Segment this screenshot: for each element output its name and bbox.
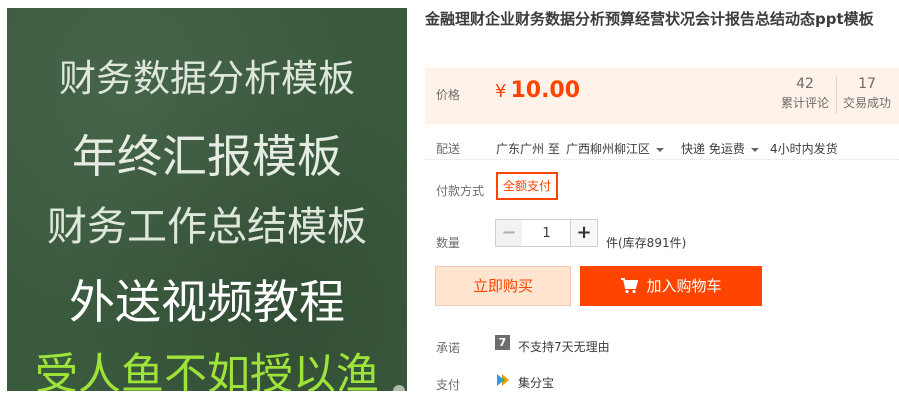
product-image[interactable]: 财务数据分析模板 年终汇报模板 财务工作总结模板 外送视频教程 受人鱼不如授以渔 xyxy=(7,8,407,391)
delivery-row: 配送 广东广州 至 广西柳州柳江区 快递 免运费 4小时内发货 xyxy=(425,128,899,160)
seven-day-icon: 7 xyxy=(495,335,510,350)
image-text-line: 外送视频教程 xyxy=(69,275,345,329)
sold-stat: 17 交易成功 xyxy=(840,74,894,112)
delivery-origin: 广东广州 至 xyxy=(496,142,560,156)
shipping-select[interactable]: 快递 免运费 xyxy=(681,140,759,157)
shipping-text: 快递 免运费 xyxy=(681,142,745,156)
reviews-label: 累计评论 xyxy=(780,96,829,110)
zoom-indicator-icon xyxy=(393,385,405,391)
payment-method-label: 付款方式 xyxy=(436,184,485,198)
full-payment-option[interactable]: 全额支付 xyxy=(496,172,559,200)
destination-select[interactable]: 广西柳州柳江区 xyxy=(566,140,665,157)
image-text-line: 财务工作总结模板 xyxy=(47,204,367,250)
price-amount: 10.00 xyxy=(510,78,581,103)
stock-text: 件(库存891件) xyxy=(606,236,687,250)
image-text-line: 受人鱼不如授以渔 xyxy=(35,350,379,391)
stat-divider xyxy=(836,76,837,114)
promise-text: 不支持7天无理由 xyxy=(518,340,610,354)
product-title: 金融理财企业财务数据分析预算经营状况会计报告总结动态ppt模板 xyxy=(425,10,874,28)
add-to-cart-label: 加入购物车 xyxy=(646,277,722,295)
currency-symbol: ¥ xyxy=(495,81,507,102)
quantity-increase-button[interactable]: + xyxy=(570,219,598,247)
price-label: 价格 xyxy=(436,88,461,102)
price-panel: 价格 ¥10.00 42 累计评论 17 交易成功 xyxy=(425,68,899,124)
image-text-line: 财务数据分析模板 xyxy=(59,57,355,100)
cart-icon xyxy=(621,278,639,294)
pay-label: 支付 xyxy=(436,378,461,392)
delivery-label: 配送 xyxy=(436,142,461,156)
sold-count: 17 xyxy=(858,76,876,92)
promise-label: 承诺 xyxy=(436,341,461,355)
quantity-decrease-button[interactable]: − xyxy=(495,219,523,247)
reviews-stat[interactable]: 42 累计评论 xyxy=(778,74,832,112)
chevron-down-icon xyxy=(656,147,665,152)
dispatch-time: 4小时内发货 xyxy=(770,142,838,156)
pay-text: 集分宝 xyxy=(518,376,555,390)
image-text-line: 年终汇报模板 xyxy=(71,130,342,183)
sold-label: 交易成功 xyxy=(842,96,891,110)
jifenbao-icon xyxy=(495,372,511,388)
product-info: 金融理财企业财务数据分析预算经营状况会计报告总结动态ppt模板 价格 ¥10.0… xyxy=(425,8,899,392)
price-value: ¥10.00 xyxy=(495,78,580,103)
buy-now-button[interactable]: 立即购买 xyxy=(435,266,571,306)
chevron-down-icon xyxy=(750,147,759,152)
add-to-cart-button[interactable]: 加入购物车 xyxy=(580,266,762,306)
quantity-input[interactable] xyxy=(522,219,571,247)
reviews-count: 42 xyxy=(796,76,814,92)
destination-text: 广西柳州柳江区 xyxy=(566,142,651,156)
quantity-label: 数量 xyxy=(436,236,461,250)
